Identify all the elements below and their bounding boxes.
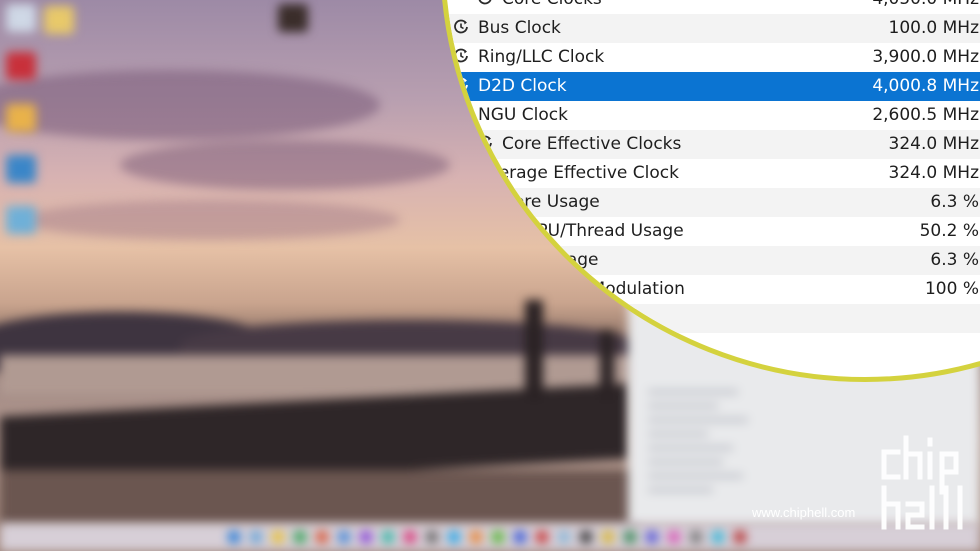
desktop-scene: Core Clocks 4,050.0 MHz Bus Clock 100.0 MHz… [0,0,980,551]
clock-icon [454,106,468,121]
app-icon[interactable] [6,52,36,80]
clock-icon [478,193,492,208]
sensor-value: 50.2 % [919,221,979,241]
taskbar-app-icon[interactable] [712,531,724,543]
recycle-bin-icon[interactable] [6,4,36,32]
taskbar-app-icon[interactable] [404,531,416,543]
taskbar-app-icon[interactable] [448,531,460,543]
taskbar-app-icon[interactable] [536,531,548,543]
clock-icon [454,164,468,179]
sensor-row[interactable]: Core Usage 6.3 % [445,188,980,217]
sensor-value: 324.0 MHz [888,163,979,183]
taskbar-app-icon[interactable] [272,531,284,543]
clock-icon [478,0,492,5]
taskbar-app-icon[interactable] [624,531,636,543]
magnifier-lens: Core Clocks 4,050.0 MHz Bus Clock 100.0 MHz… [440,0,980,382]
sensor-row[interactable]: Average Effective Clock 324.0 MHz [445,159,980,188]
taskbar-app-icon[interactable] [316,531,328,543]
app-icon[interactable] [6,155,36,183]
watermark-url: www.chiphell.com [752,505,856,520]
clock-icon [454,19,468,34]
sensor-label: al CPU Usage [485,250,599,270]
clock-icon [478,135,492,150]
taskbar-app-icon[interactable] [382,531,394,543]
sensor-row[interactable]: Ring/LLC Clock 3,900.0 MHz [445,43,980,72]
taskbar-app-icon[interactable] [602,531,614,543]
sensor-label: Core Clocks [502,0,602,9]
taskbar-app-icon[interactable] [470,531,482,543]
taskbar-app-icon[interactable] [514,531,526,543]
sensor-value: 4,050.0 MHz [872,0,979,9]
sensor-label: Average Effective Clock [478,163,679,183]
taskbar [0,523,980,551]
sensor-row[interactable]: al CPU Usage 6.3 % [445,246,980,275]
clock-icon [454,77,468,92]
sensor-label: Core Effective Clocks [502,134,682,154]
app-icon[interactable] [6,104,36,132]
sensor-value: 4,000.8 MHz [872,76,979,96]
sensor-row[interactable]: D2D Clock 4,000.8 MHz [445,72,980,101]
start-icon[interactable] [228,531,240,543]
sensor-row[interactable]: Bus Clock 100.0 MHz [445,14,980,43]
expand-chevron-icon[interactable]: › [453,134,459,153]
sensor-value: 100.0 MHz [888,18,979,38]
sensor-label: Bus Clock [478,18,561,38]
avatar[interactable] [278,4,308,32]
sensor-row[interactable]: mand Clock Modulation 100 % [445,275,980,304]
taskbar-app-icon[interactable] [426,531,438,543]
sensor-value: 6.3 % [930,192,979,212]
sensor-label: NGU Clock [478,105,568,125]
taskbar-app-icon[interactable] [646,531,658,543]
sensor-row[interactable]: Max CPU/Thread Usage 50.2 % [445,217,980,246]
taskbar-app-icon[interactable] [338,531,350,543]
sensor-value: 3,900.0 MHz [872,47,979,67]
chiphell-logo [881,435,963,530]
taskbar-app-icon[interactable] [294,531,306,543]
sensor-row[interactable]: NGU Clock 2,600.5 MHz [445,101,980,130]
taskbar-app-icon[interactable] [690,531,702,543]
taskbar-app-icon[interactable] [492,531,504,543]
sensor-label: mand Clock Modulation [485,279,685,299]
sensor-row[interactable]: ility [445,304,980,333]
sensor-label: Core Usage [502,192,600,212]
app-icon[interactable] [6,206,36,234]
sensor-row[interactable]: Core Clocks 4,050.0 MHz [445,0,980,14]
sensor-label: Ring/LLC Clock [478,47,605,67]
taskbar-app-icon[interactable] [668,531,680,543]
sensor-value: 324.0 MHz [888,134,979,154]
sensor-row[interactable]: › Core Effective Clocks 324.0 MHz [445,130,980,159]
sensor-value: 2,600.5 MHz [872,105,979,125]
taskbar-app-icon[interactable] [734,531,746,543]
search-icon[interactable] [250,531,262,543]
sensor-value: 100 % [924,279,979,299]
taskbar-app-icon[interactable] [580,531,592,543]
taskbar-app-icon[interactable] [360,531,372,543]
clock-icon [454,48,468,63]
folder-icon[interactable] [44,6,74,34]
sensor-value: 6.3 % [930,250,979,270]
sensor-label: D2D Clock [478,76,567,96]
taskbar-app-icon[interactable] [558,531,570,543]
sensor-label: Max CPU/Thread Usage [485,221,684,241]
sensor-label: ility [485,308,516,328]
